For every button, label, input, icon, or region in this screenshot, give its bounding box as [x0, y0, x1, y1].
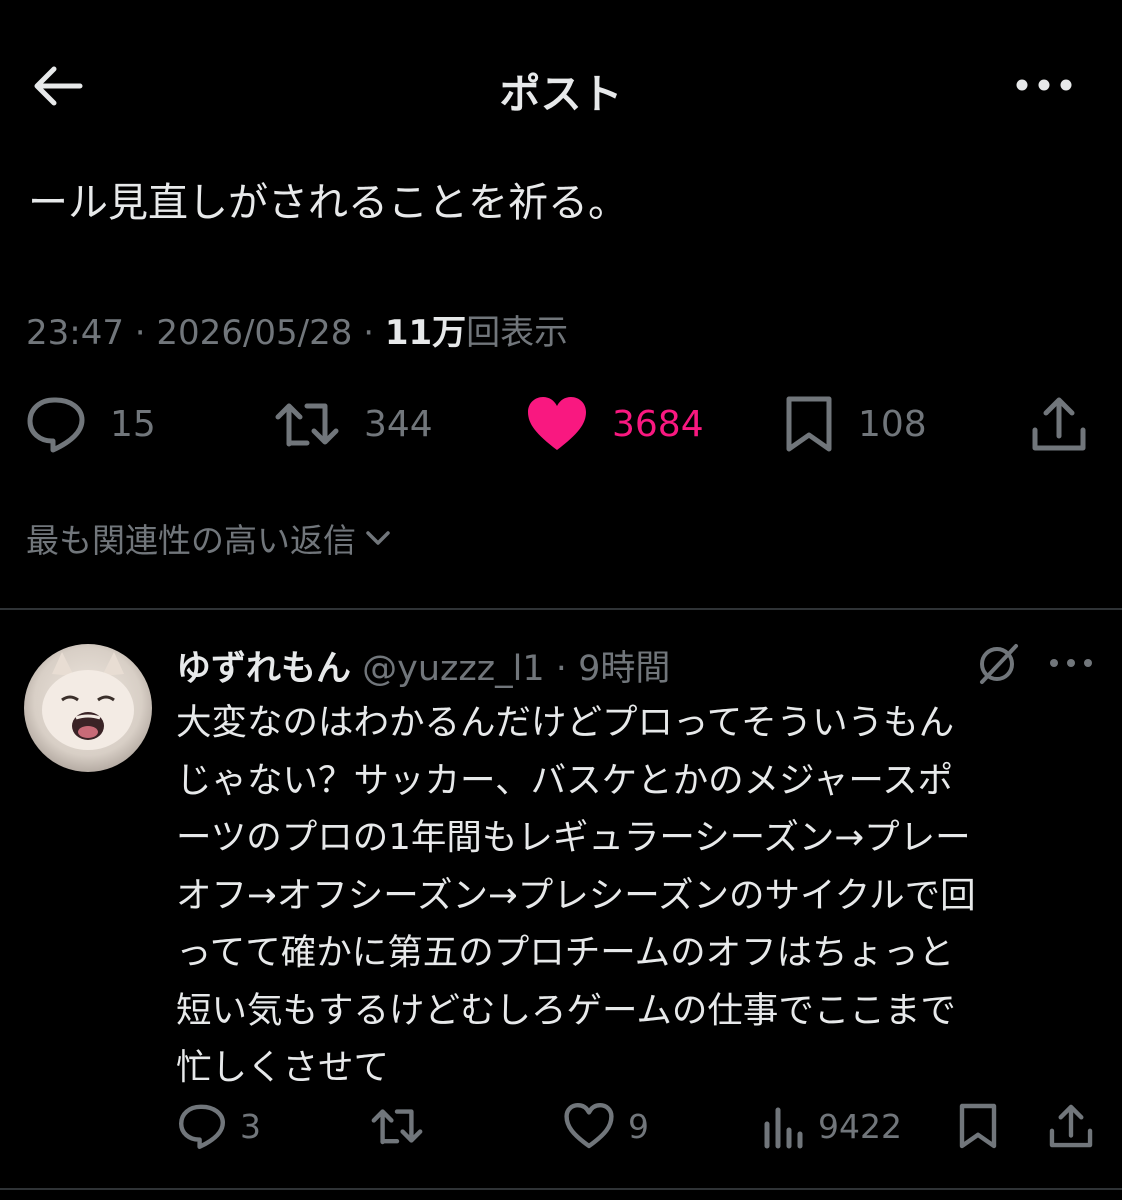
bookmark-count: 108	[858, 403, 927, 445]
reply-header: ゆずれもん @yuzzz_l1 · 9時間	[176, 640, 670, 691]
post-metadata: 23:47 · 2026/05/28 · 11万回表示	[26, 305, 568, 354]
reply-reply-count: 3	[240, 1106, 261, 1146]
reply-text: 大変なのはわかるんだけどプロってそういうもん じゃない？サッカー、バスケとかのメ…	[176, 694, 1106, 1097]
share-icon	[1049, 1104, 1093, 1148]
share-button[interactable]	[1030, 386, 1088, 462]
post-time: 23:47	[26, 313, 124, 353]
post-text: ール見直しがされることを祈る。	[28, 180, 628, 226]
repost-button[interactable]: 344	[274, 386, 433, 462]
repost-icon	[371, 1109, 423, 1145]
speech-bubble-icon	[27, 397, 85, 453]
post-date: 2026/05/28	[156, 313, 353, 353]
reply-more-options-icon[interactable]	[1048, 652, 1094, 674]
reply-author-name[interactable]: ゆずれもん	[176, 649, 351, 689]
like-button[interactable]: 3684	[526, 386, 704, 462]
bookmark-button[interactable]: 108	[784, 386, 927, 462]
reply-share-button[interactable]	[1048, 1098, 1094, 1154]
divider	[0, 608, 1122, 610]
reply-view-count: 9422	[818, 1106, 902, 1146]
reply-text-line: 短い気もするけどむしろゲームの仕事でここまで	[176, 989, 956, 1031]
repost-icon	[275, 403, 339, 447]
bar-chart-icon	[764, 1107, 803, 1149]
reply-action-bar: 3 9 9422	[0, 1098, 1122, 1154]
reply-time: 9時間	[578, 649, 671, 689]
share-icon	[1032, 397, 1086, 451]
avatar[interactable]	[24, 644, 152, 772]
reply-views-button[interactable]: 9422	[762, 1098, 902, 1154]
reply-text-line: 忙しくさせて	[176, 1047, 390, 1088]
bookmark-icon	[959, 1103, 997, 1149]
reply-like-button[interactable]: 9	[564, 1098, 649, 1154]
divider	[0, 1188, 1122, 1190]
reply-author-handle[interactable]: @yuzzz_l1	[362, 649, 545, 689]
speech-bubble-icon	[179, 1104, 225, 1149]
grok-icon[interactable]	[976, 640, 1022, 686]
reply-sort-dropdown[interactable]: 最も関連性の高い返信	[26, 514, 392, 562]
reply-text-line: 大変なのはわかるんだけどプロってそういうもん	[176, 702, 955, 743]
reply-reply-button[interactable]: 3	[178, 1098, 261, 1154]
reply-bookmark-button[interactable]	[958, 1098, 998, 1154]
chevron-down-icon	[366, 531, 390, 545]
meta-separator: ·	[352, 313, 385, 353]
reply-text-line: ーツのプロの1年間もレギュラーシーズン→プレー	[176, 817, 971, 858]
reply-like-count: 9	[628, 1106, 649, 1146]
bookmark-icon	[786, 396, 832, 452]
view-label: 回表示	[466, 313, 569, 353]
reply-count: 15	[110, 403, 156, 445]
reply-button[interactable]: 15	[26, 386, 156, 462]
reply-text-line: ってて確かに第五のプロチームのオフはちょっと	[176, 932, 955, 973]
view-count: 11万	[384, 313, 467, 353]
reply-text-line: オフ→オフシーズン→プレシーズンのサイクルで回	[176, 874, 976, 916]
more-options-icon[interactable]	[1014, 70, 1074, 100]
heart-icon	[528, 397, 586, 450]
post-action-bar: 15 344 3684 108	[0, 386, 1122, 466]
reply-text-line: じゃない？サッカー、バスケとかのメジャースポ	[176, 759, 954, 801]
sort-label: 最も関連性の高い返信	[26, 521, 356, 560]
like-count: 3684	[612, 403, 704, 445]
reply-repost-button[interactable]	[370, 1098, 438, 1154]
heart-icon	[564, 1103, 614, 1149]
meta-separator: ·	[123, 313, 157, 353]
top-bar: ポスト	[0, 0, 1122, 170]
page-title: ポスト	[499, 70, 623, 118]
repost-count: 344	[364, 403, 433, 445]
meta-separator: ·	[544, 649, 579, 689]
